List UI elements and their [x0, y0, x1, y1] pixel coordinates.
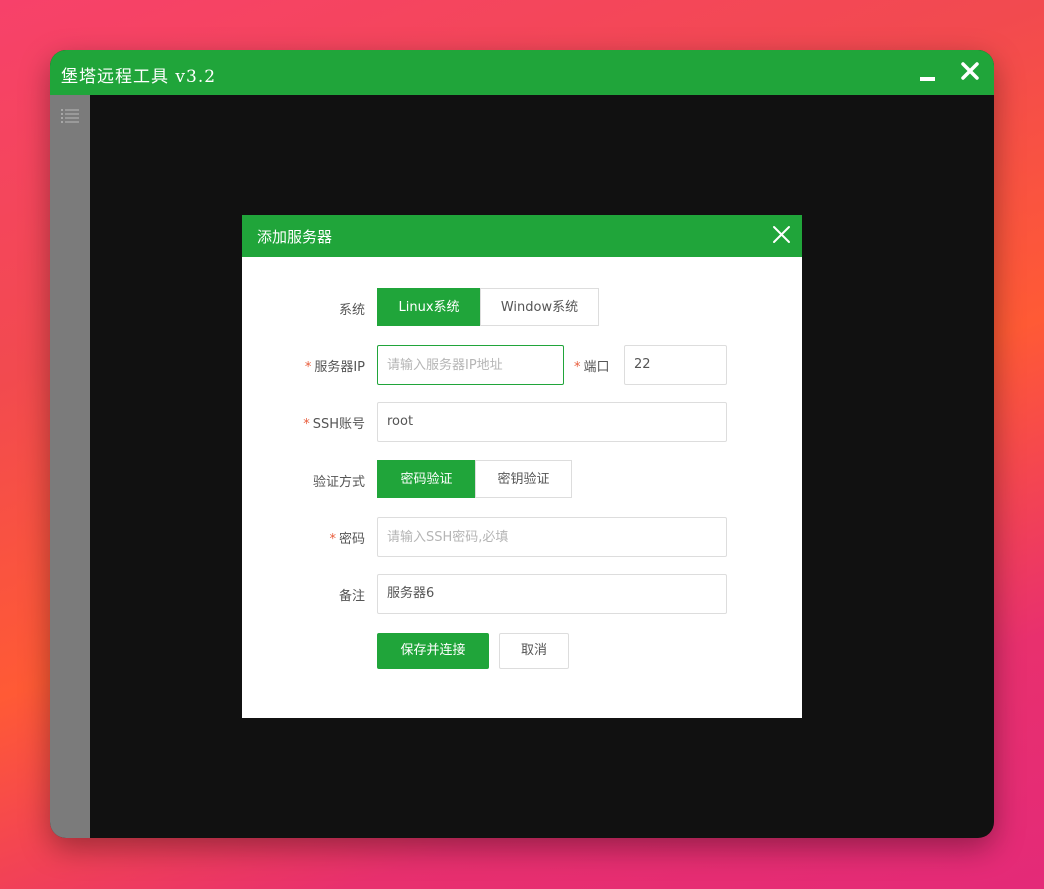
ssh-account-input[interactable]: root — [377, 402, 727, 442]
app-window: 堡塔远程工具 v3.2 添加服务器 系统 Linux系统 Window系统 * … — [50, 50, 994, 838]
port-label: * 端口 — [574, 356, 610, 375]
ssh-account-label-text: SSH账号 — [312, 417, 365, 432]
ssh-account-label: * SSH账号 — [303, 413, 365, 432]
sidebar — [50, 95, 90, 838]
minimize-icon — [920, 77, 935, 81]
server-ip-label-text: 服务器IP — [314, 360, 365, 375]
auth-method-label: 验证方式 — [312, 475, 365, 490]
remark-label: 备注 — [338, 589, 365, 604]
required-mark: * — [574, 360, 581, 375]
port-input[interactable]: 22 — [624, 345, 727, 385]
required-mark: * — [304, 360, 312, 375]
system-linux-button[interactable]: Linux系统 — [377, 288, 481, 326]
auth-password-button[interactable]: 密码验证 — [377, 460, 476, 498]
password-label-text: 密码 — [338, 532, 365, 547]
list-menu-icon[interactable] — [61, 108, 79, 124]
password-label: * 密码 — [329, 528, 365, 547]
server-ip-label: * 服务器IP — [305, 356, 365, 375]
add-server-dialog: 添加服务器 系统 Linux系统 Window系统 *服务器IP *端口 22 … — [242, 215, 802, 718]
password-input[interactable] — [377, 517, 727, 557]
close-icon — [773, 226, 790, 243]
system-label: 系统 — [338, 303, 365, 318]
remark-input[interactable]: 服务器6 — [377, 574, 727, 614]
required-mark: * — [329, 532, 336, 547]
system-windows-button[interactable]: Window系统 — [480, 288, 599, 326]
close-window-button[interactable] — [955, 58, 985, 88]
app-title: 堡塔远程工具 v3.2 — [61, 67, 217, 87]
auth-key-button[interactable]: 密钥验证 — [475, 460, 572, 498]
required-mark: * — [303, 417, 310, 432]
close-icon — [961, 62, 979, 80]
dialog-close-button[interactable] — [770, 224, 792, 246]
minimize-button[interactable] — [915, 58, 945, 88]
cancel-button[interactable]: 取消 — [499, 633, 569, 669]
port-label-text: 端口 — [583, 360, 610, 375]
dialog-header: 添加服务器 — [242, 215, 802, 257]
server-ip-input[interactable] — [377, 345, 564, 385]
dialog-title: 添加服务器 — [257, 228, 333, 246]
save-and-connect-button[interactable]: 保存并连接 — [377, 633, 489, 669]
title-bar[interactable]: 堡塔远程工具 v3.2 — [50, 50, 994, 95]
